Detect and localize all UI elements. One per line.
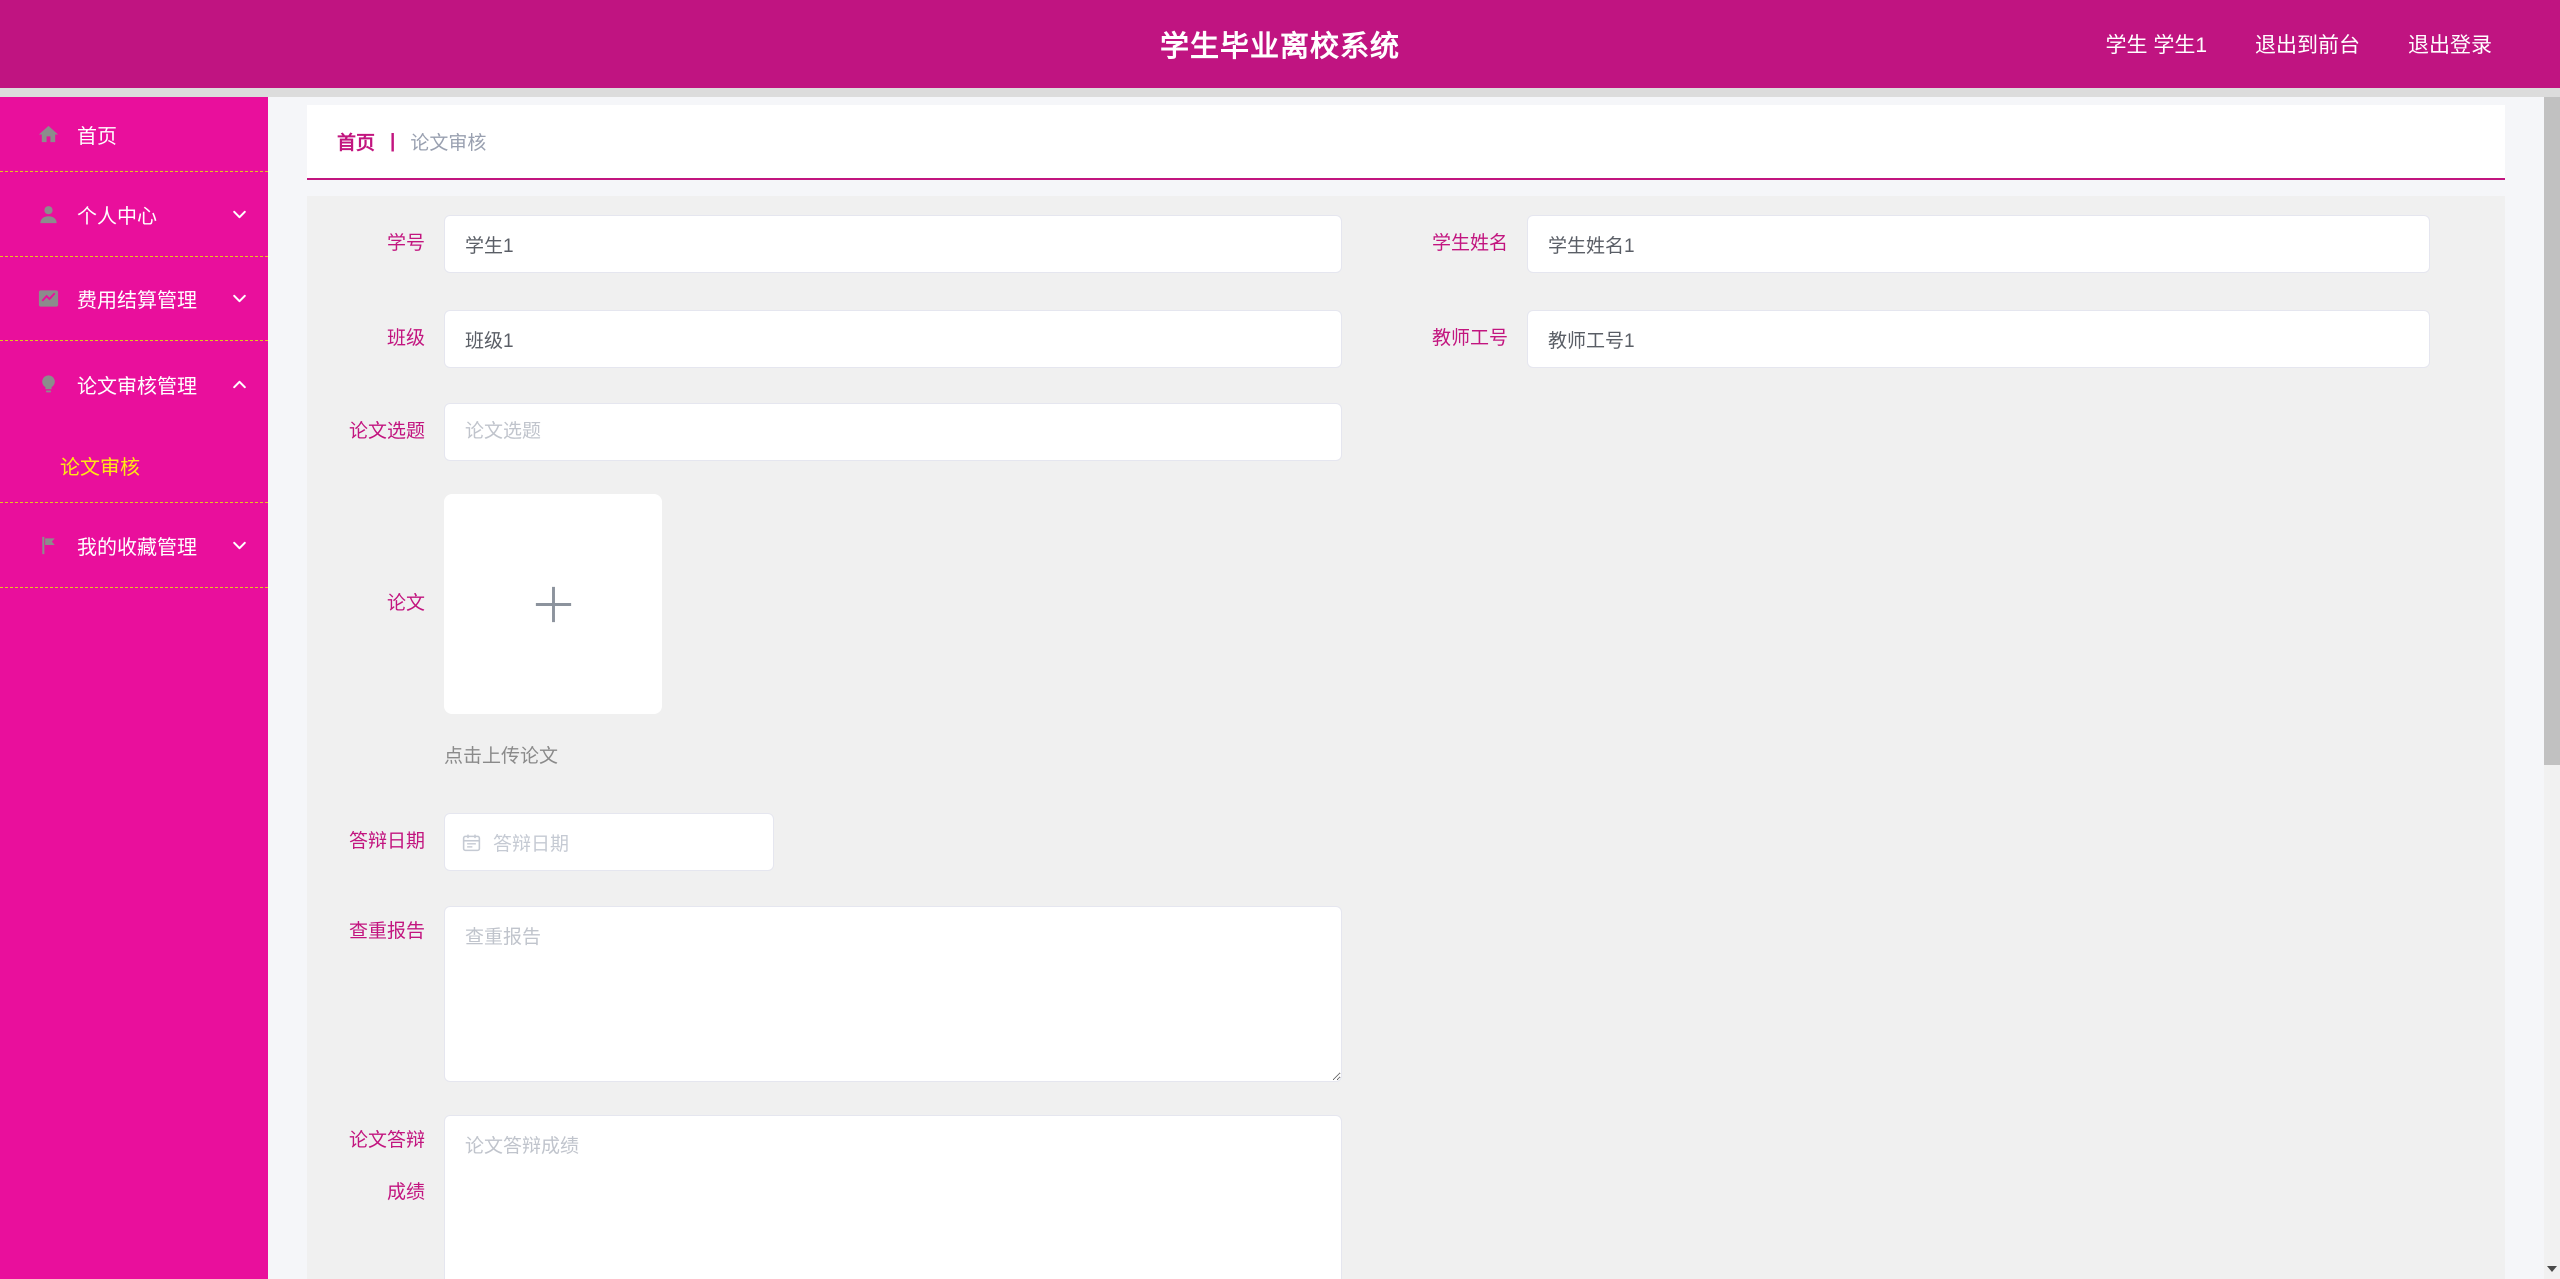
plagiarism-report-label: 查重报告 [348,921,425,942]
form-row: 论文 点击上传论文 [307,494,2505,768]
thesis-topic-label: 论文选题 [348,421,425,442]
teacher-id-label: 教师工号 [1431,328,1508,349]
current-user-link[interactable]: 学生 学生1 [2105,29,2207,59]
thesis-upload-button[interactable] [444,494,662,714]
class-label: 班级 [386,328,425,349]
sidebar-item-thesis-review-mgmt[interactable]: 论文审核管理 [0,341,268,428]
student-id-field[interactable] [444,215,1342,273]
bulb-icon [37,373,60,396]
form-row: 查重报告 [307,906,2505,1082]
user-icon [37,203,60,226]
defense-date-picker[interactable]: 答辩日期 [444,813,774,871]
chart-icon [37,287,60,310]
flag-icon [37,534,60,557]
sidebar-subitem-thesis-review[interactable]: 论文审核 [0,428,268,503]
sidebar-nav: 首页 个人中心 费用结算管理 论文审核管理 论文审核 我的收藏管理 [0,97,268,1279]
app-root: 学生毕业离校系统 学生 学生1 退出到前台 退出登录 首页 个人中心 费用结算管… [0,0,2560,1279]
class-field[interactable] [444,310,1342,368]
thesis-topic-field[interactable] [444,403,1342,461]
sidebar-item-label: 论文审核管理 [77,376,197,398]
vertical-scrollbar [2544,97,2560,1279]
top-header: 学生毕业离校系统 学生 学生1 退出到前台 退出登录 [0,0,2560,88]
student-id-label: 学号 [386,233,425,254]
defense-score-label: 论文答辩 成绩 [348,1130,425,1203]
sidebar-item-label: 个人中心 [77,205,157,228]
home-icon [37,123,60,146]
sidebar-item-label: 首页 [77,125,117,148]
chevron-up-icon [233,380,246,389]
plagiarism-report-field[interactable] [444,906,1342,1082]
chevron-down-icon [233,294,246,303]
form-row: 论文答辩 成绩 [307,1115,2505,1279]
breadcrumb: 首页 | 论文审核 [307,105,2505,180]
breadcrumb-current: 论文审核 [410,133,487,154]
breadcrumb-home-link[interactable]: 首页 [337,128,375,155]
defense-score-field[interactable] [444,1115,1342,1279]
thesis-file-label: 论文 [386,593,425,614]
chevron-down-icon [233,541,246,549]
app-title: 学生毕业离校系统 [1159,31,1401,63]
sidebar-item-label: 费用结算管理 [77,290,197,312]
calendar-icon [462,834,481,851]
exit-to-front-link[interactable]: 退出到前台 [2255,29,2360,59]
student-name-label: 学生姓名 [1431,233,1508,254]
thesis-review-form: 学号 学生姓名 班级 教师工号 论文选题 论文 [307,196,2505,1279]
form-row: 答辩日期 答辩日期 [307,813,2505,871]
sidebar-item-label: 我的收藏管理 [77,536,197,559]
defense-date-placeholder: 答辩日期 [493,833,570,855]
sidebar-item-fee-settlement[interactable]: 费用结算管理 [0,257,268,341]
sidebar-item-personal-center[interactable]: 个人中心 [0,172,268,257]
main-content: 首页 | 论文审核 学号 学生姓名 班级 教师工号 论文选题 [268,97,2544,1279]
form-row: 班级 教师工号 [307,310,2505,368]
sidebar-item-favorites-mgmt[interactable]: 我的收藏管理 [0,503,268,588]
defense-date-label: 答辩日期 [348,831,425,852]
student-name-field[interactable] [1527,215,2430,273]
sidebar-item-home[interactable]: 首页 [0,97,268,172]
upload-hint-text: 点击上传论文 [444,746,559,767]
header-links: 学生 学生1 退出到前台 退出登录 [2105,0,2492,88]
scrollbar-thumb[interactable] [2544,97,2560,765]
plus-icon [535,586,571,622]
teacher-id-field[interactable] [1527,310,2430,368]
form-row: 论文选题 [307,403,2505,461]
chevron-down-icon [233,210,246,218]
logout-link[interactable]: 退出登录 [2408,29,2492,59]
breadcrumb-separator: | [390,130,396,152]
header-divider [0,88,2560,97]
thesis-upload-area: 点击上传论文 [444,494,662,768]
scrollbar-down-arrow[interactable] [2547,1266,2557,1272]
form-row: 学号 学生姓名 [307,215,2505,273]
